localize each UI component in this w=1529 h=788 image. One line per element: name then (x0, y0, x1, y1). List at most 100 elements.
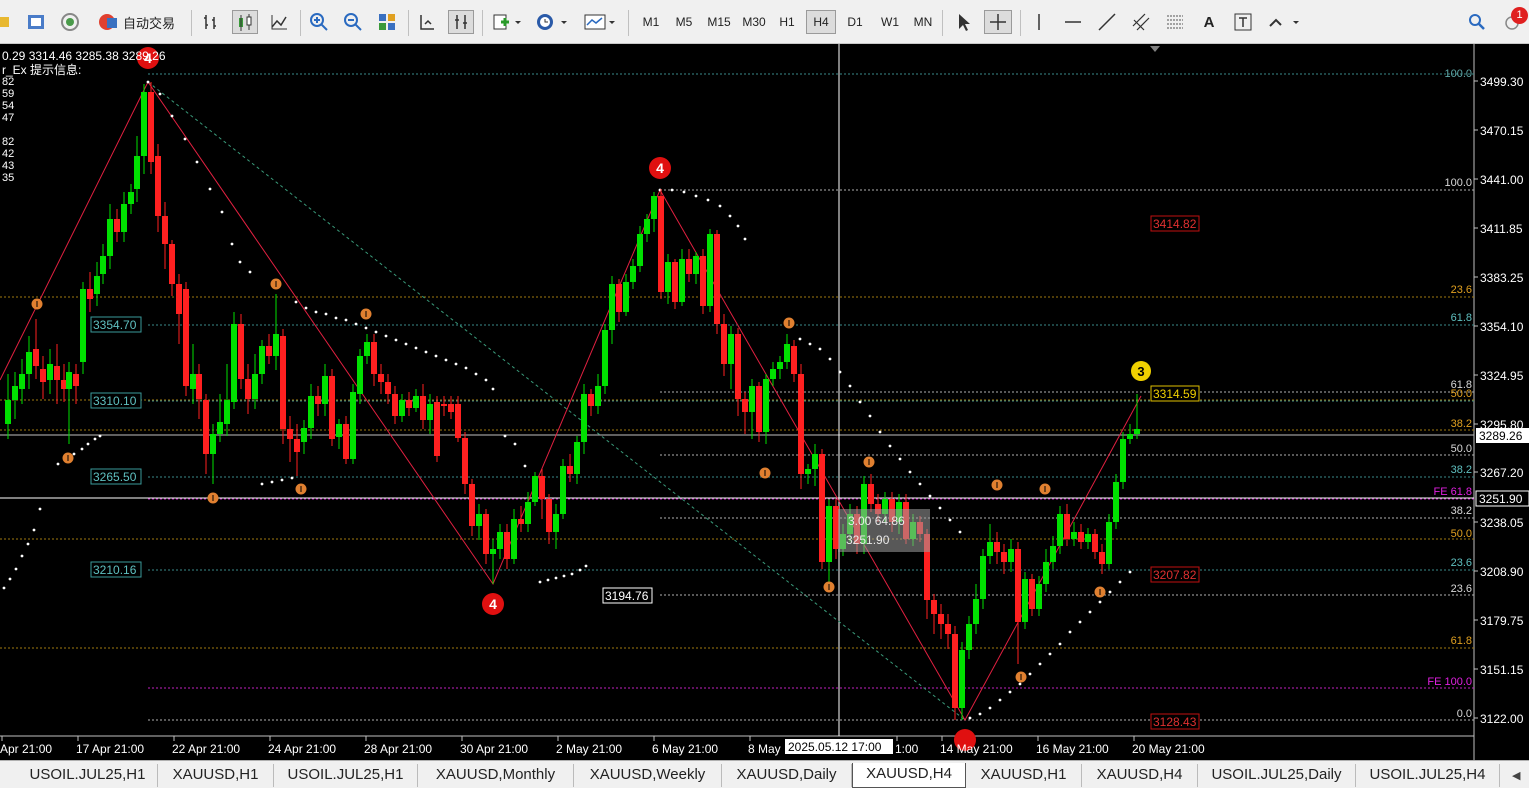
trendline-icon[interactable] (1094, 10, 1120, 34)
bar-chart-icon[interactable] (198, 10, 224, 34)
fractal-marker (62, 452, 74, 464)
tab-xauusd-monthly[interactable]: XAUUSD,Monthly (418, 764, 574, 787)
tab-usoil-h4[interactable]: USOIL.JUL25,H4 (1356, 764, 1500, 787)
sar-dot (344, 318, 348, 322)
candle (448, 396, 454, 419)
timeframe-m1[interactable]: M1 (636, 10, 666, 34)
search-icon[interactable] (1464, 10, 1490, 34)
candle (329, 369, 335, 446)
tab-scroll-right-icon[interactable]: ◀ (1512, 769, 1520, 782)
fractal-marker (295, 483, 307, 495)
chart-shift-icon[interactable] (448, 10, 474, 34)
candle (784, 334, 790, 369)
tab-xauusd-daily[interactable]: XAUUSD,Daily (722, 764, 852, 787)
folder-icon[interactable] (0, 10, 12, 34)
candle (714, 230, 720, 334)
candle (602, 324, 608, 394)
svg-text:3207.82: 3207.82 (1153, 568, 1197, 582)
zoom-out-icon[interactable] (340, 10, 366, 34)
tab-xauusd-weekly[interactable]: XAUUSD,Weekly (574, 764, 722, 787)
channel-icon[interactable] (1128, 10, 1154, 34)
svg-text:35: 35 (2, 172, 14, 184)
sar-dot (743, 237, 747, 241)
zoom-in-icon[interactable] (306, 10, 332, 34)
tab-usoil-daily[interactable]: USOIL.JUL25,Daily (1198, 764, 1356, 787)
red-price-tags: 3414.82 3207.82 3128.43 3314.59 (1150, 215, 1200, 730)
navigator-icon[interactable] (58, 10, 82, 34)
line-chart-icon[interactable] (266, 10, 292, 34)
sar-dot (93, 437, 97, 441)
candle (196, 364, 202, 419)
auto-trading-label: 自动交易 (122, 15, 175, 31)
timeframe-mn[interactable]: MN (908, 10, 938, 34)
fibonacci-icon[interactable] (1162, 10, 1188, 34)
sar-dot (434, 354, 438, 358)
tab-usoil-h1-2[interactable]: USOIL.JUL25,H1 (274, 764, 418, 787)
candle (441, 396, 447, 416)
candle (1078, 524, 1084, 549)
candle (728, 326, 734, 389)
cursor-icon[interactable] (950, 10, 976, 34)
date-tick: 16 May 21:00 (1036, 742, 1109, 756)
candlestick-icon[interactable] (232, 10, 258, 34)
horizontal-line-icon[interactable] (1060, 10, 1086, 34)
market-watch-icon[interactable] (24, 10, 48, 34)
crosshair-icon[interactable] (984, 10, 1012, 34)
date-tick: 2 May 21:00 (556, 742, 622, 756)
timeframe-m15[interactable]: M15 (702, 10, 736, 34)
templates-icon[interactable] (580, 10, 620, 34)
timeframe-w1[interactable]: W1 (875, 10, 905, 34)
candle (742, 392, 748, 434)
autoscroll-icon[interactable] (414, 10, 440, 34)
date-tick: 17 Apr 21:00 (76, 742, 144, 756)
candle (812, 444, 818, 486)
fractal-marker (1015, 671, 1027, 683)
candle (287, 416, 293, 462)
fractal-marker (759, 467, 771, 479)
candle (1057, 506, 1063, 554)
indicators-icon[interactable] (488, 10, 524, 34)
tab-xauusd-h1[interactable]: XAUUSD,H1 (158, 764, 274, 787)
time-axis: Apr 21:00 17 Apr 21:00 22 Apr 21:00 24 Apr … (0, 736, 1205, 756)
candle (294, 424, 300, 476)
candle (162, 202, 168, 269)
text-icon[interactable]: A (1196, 10, 1222, 34)
timeframe-m5[interactable]: M5 (669, 10, 699, 34)
text-label-icon[interactable] (1230, 10, 1256, 34)
candle (371, 334, 377, 386)
timeframe-m30[interactable]: M30 (737, 10, 771, 34)
svg-text:42: 42 (2, 148, 14, 160)
candle (183, 282, 189, 396)
arrows-icon[interactable] (1264, 10, 1304, 34)
candle (392, 386, 398, 424)
sar-dot (578, 568, 582, 572)
candle (658, 189, 664, 299)
candle (777, 356, 783, 379)
price-chart[interactable]: 4 4 4 3 0.29 3314.46 3285.38 3289.26 r_E… (0, 44, 1529, 760)
sar-dot (304, 306, 308, 310)
candle (518, 506, 524, 532)
candle (238, 314, 244, 389)
svg-text:43: 43 (2, 160, 14, 172)
fib-level-label: 38.2 (1451, 418, 1472, 430)
candle (1127, 424, 1133, 444)
tab-xauusd-h1-2[interactable]: XAUUSD,H1 (966, 764, 1082, 787)
sar-dot (728, 214, 732, 218)
candle (630, 259, 636, 289)
tile-windows-icon[interactable] (374, 10, 400, 34)
tab-usoil-h1[interactable]: USOIL.JUL25,H1 (18, 764, 158, 787)
tab-xauusd-h4[interactable]: XAUUSD,H4 (852, 763, 966, 788)
candle (469, 479, 475, 536)
fib-level-label: 61.8 (1451, 635, 1472, 647)
svg-text:3128.43: 3128.43 (1153, 715, 1197, 729)
vertical-line-icon[interactable] (1026, 10, 1052, 34)
periods-icon[interactable] (532, 10, 572, 34)
timeframe-d1[interactable]: D1 (840, 10, 870, 34)
auto-trading-button[interactable]: 自动交易 (90, 10, 182, 34)
candle (819, 449, 825, 569)
candle (700, 249, 706, 314)
tab-xauusd-h4-2[interactable]: XAUUSD,H4 (1082, 764, 1198, 787)
timeframe-h1[interactable]: H1 (772, 10, 802, 34)
timeframe-h4[interactable]: H4 (806, 10, 836, 34)
notifications-icon[interactable]: 1 (1498, 7, 1528, 34)
